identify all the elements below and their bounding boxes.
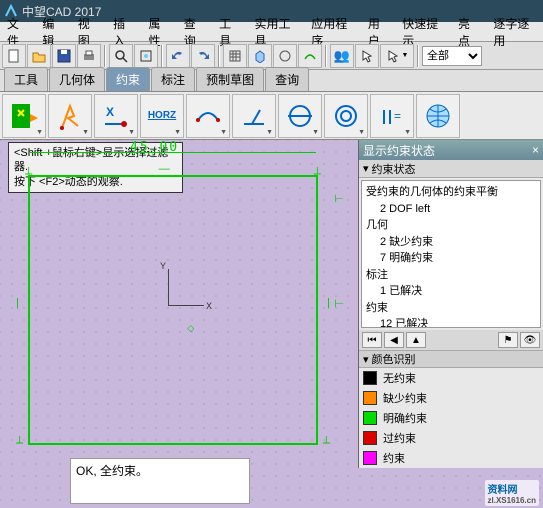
open-icon[interactable] bbox=[27, 44, 51, 68]
ribbon-tabs: 工具 几何体 约束 标注 预制草图 查询 bbox=[0, 70, 543, 92]
constraint-glyph-icon: ⟂ bbox=[16, 434, 23, 447]
constraint-status-panel: 显示约束状态 × ▾约束状态 受约束的几何体的约束平衡 2 DOF left 几… bbox=[358, 140, 543, 468]
constraint-vert-icon: | bbox=[16, 297, 19, 309]
separator bbox=[325, 45, 327, 67]
list-item: 约束 bbox=[366, 300, 536, 317]
panel-section-header[interactable]: ▾约束状态 bbox=[359, 160, 543, 178]
tab-geometry[interactable]: 几何体 bbox=[49, 67, 105, 91]
filter-combo[interactable]: 全部 bbox=[422, 46, 482, 66]
list-item: 2 缺少约束 bbox=[366, 234, 536, 251]
list-item: 12 已解决 bbox=[366, 316, 536, 328]
constraint-glyph-icon: ⟂ bbox=[25, 165, 32, 178]
circle-icon[interactable] bbox=[273, 44, 297, 68]
globe-constraint-icon[interactable] bbox=[416, 94, 460, 138]
svg-text:X: X bbox=[106, 105, 114, 119]
status-message: OK, 全约束。 bbox=[70, 458, 250, 504]
box-icon[interactable] bbox=[248, 44, 272, 68]
separator bbox=[104, 45, 106, 67]
drawing-canvas[interactable]: <Shift +鼠标右键>显示选择过滤器. 按下 <F2>动态的观察. 45.0… bbox=[0, 140, 543, 508]
separator bbox=[218, 45, 220, 67]
tangent-constraint-icon[interactable]: ▼ bbox=[186, 94, 230, 138]
fix-constraint-icon[interactable]: X▼ bbox=[94, 94, 138, 138]
separator bbox=[417, 45, 419, 67]
grid-icon[interactable] bbox=[223, 44, 247, 68]
surface-icon[interactable] bbox=[298, 44, 322, 68]
flag-icon[interactable]: ⚑ bbox=[498, 332, 518, 348]
constraint-glyph-icon: ⊢ bbox=[334, 297, 344, 310]
concentric-constraint-icon[interactable]: ▼ bbox=[324, 94, 368, 138]
tab-query[interactable]: 查询 bbox=[265, 67, 309, 91]
list-item: 2 DOF left bbox=[366, 201, 536, 218]
close-icon[interactable]: × bbox=[532, 143, 539, 157]
list-item: 受约束的几何体的约束平衡 bbox=[366, 184, 536, 201]
list-item: 标注 bbox=[366, 267, 536, 284]
dimension-line bbox=[30, 152, 316, 153]
select-mode-dropdown[interactable]: ▼ bbox=[380, 44, 414, 68]
constraint-list[interactable]: 受约束的几何体的约束平衡 2 DOF left 几何 2 缺少约束 7 明确约束… bbox=[361, 180, 541, 328]
save-icon[interactable] bbox=[52, 44, 76, 68]
tab-sketch[interactable]: 预制草图 bbox=[196, 67, 264, 91]
tab-tools[interactable]: 工具 bbox=[4, 67, 48, 91]
equal-constraint-icon[interactable]: =▼ bbox=[370, 94, 414, 138]
axis-y-label: Y bbox=[160, 261, 166, 271]
new-icon[interactable] bbox=[2, 44, 26, 68]
constraint-toolbar: ▼ ▼ X▼ HORZ▼ ▼ ▼ ▼ ▼ =▼ bbox=[0, 92, 543, 140]
constraint-glyph-icon: ⟂ bbox=[323, 434, 330, 447]
menu-wordbyword[interactable]: 逐字逐用 bbox=[486, 13, 543, 51]
sketch-rectangle[interactable]: ⟂ ⟂ ⟂ ⟂ — | | ⊢ ⊢ ◇ bbox=[28, 175, 318, 445]
prev-icon[interactable]: ◀ bbox=[384, 332, 404, 348]
redo-icon[interactable] bbox=[191, 44, 215, 68]
menu-bar: 文件 编辑 视图 插入 属性 查询 工具 实用工具 应用程序 用户 快速提示 亮… bbox=[0, 22, 543, 42]
toolbar-1: 👥 ▼ 全部 bbox=[0, 42, 543, 70]
separator bbox=[161, 45, 163, 67]
list-item: 几何 bbox=[366, 217, 536, 234]
coincident-constraint-icon[interactable]: ▼ bbox=[278, 94, 322, 138]
color-legend: ▾颜色识别 无约束 缺少约束 明确约束 过约束 约束 bbox=[359, 350, 543, 468]
list-item: 7 明确约束 bbox=[366, 250, 536, 267]
undo-icon[interactable] bbox=[166, 44, 190, 68]
first-icon[interactable]: ⏮ bbox=[362, 332, 382, 348]
constraint-glyph-icon: ⟂ bbox=[314, 165, 321, 178]
constraint-horiz-icon: — bbox=[159, 163, 170, 175]
color-legend-header[interactable]: ▾颜色识别 bbox=[359, 350, 543, 368]
list-item: 1 已解决 bbox=[366, 283, 536, 300]
color-row-under: 缺少约束 bbox=[359, 388, 543, 408]
color-row-constraint: 约束 bbox=[359, 448, 543, 468]
constraint-glyph-icon: ⊢ bbox=[334, 192, 344, 205]
exit-sketch-icon[interactable]: ▼ bbox=[2, 94, 46, 138]
cursor-icon[interactable] bbox=[355, 44, 379, 68]
print-icon[interactable] bbox=[77, 44, 101, 68]
up-icon[interactable]: ▲ bbox=[406, 332, 426, 348]
auto-constrain-icon[interactable]: ▼ bbox=[48, 94, 92, 138]
watermark: 资料网 zl.XS1616.cn bbox=[485, 480, 539, 506]
svg-text:=: = bbox=[394, 109, 401, 123]
panel-title-text: 显示约束状态 bbox=[363, 142, 435, 159]
axis-x-label: X bbox=[206, 301, 212, 311]
people-icon[interactable]: 👥 bbox=[330, 44, 354, 68]
color-row-none: 无约束 bbox=[359, 368, 543, 388]
zoom-extents-icon[interactable] bbox=[134, 44, 158, 68]
constraint-glyph-icon: ◇ bbox=[187, 323, 194, 334]
tab-dimension[interactable]: 标注 bbox=[151, 67, 195, 91]
panel-controls: ⏮ ◀ ▲ ⚑ 👁 bbox=[359, 330, 543, 350]
color-row-full: 明确约束 bbox=[359, 408, 543, 428]
tab-constraint[interactable]: 约束 bbox=[106, 67, 150, 91]
perpendicular-constraint-icon[interactable]: ▼ bbox=[232, 94, 276, 138]
eye-icon[interactable]: 👁 bbox=[520, 332, 540, 348]
color-row-over: 过约束 bbox=[359, 428, 543, 448]
search-icon[interactable] bbox=[109, 44, 133, 68]
panel-title-bar[interactable]: 显示约束状态 × bbox=[359, 140, 543, 160]
constraint-vert-icon: | bbox=[327, 297, 330, 309]
horizontal-constraint-icon[interactable]: HORZ▼ bbox=[140, 94, 184, 138]
